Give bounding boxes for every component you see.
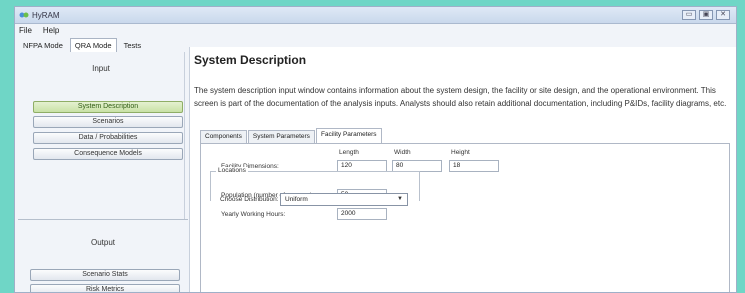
window-title: HyRAM (32, 11, 60, 20)
distribution-select[interactable]: Uniform ▼ (280, 193, 408, 206)
tab-system-parameters[interactable]: System Parameters (247, 130, 315, 143)
working-hours-label: Yearly Working Hours: (221, 211, 286, 218)
consequence-models-button[interactable]: Consequence Models (33, 148, 183, 160)
page-title: System Description (194, 53, 307, 67)
distribution-value: Uniform (285, 196, 308, 203)
menu-bar: File Help (19, 26, 59, 35)
tab-tests[interactable]: Tests (119, 38, 147, 52)
working-hours-field[interactable]: 2000 (337, 208, 387, 220)
menu-file[interactable]: File (19, 26, 32, 35)
output-section-label: Output (90, 238, 115, 247)
main-content: System Description The system descriptio… (189, 47, 736, 292)
risk-metrics-button[interactable]: Risk Metrics (30, 284, 180, 292)
page-description: The system description input window cont… (194, 86, 727, 108)
title-bar: HyRAM ▭ ▣ ✕ (15, 7, 736, 24)
mode-tabs: NFPA Mode QRA Mode Tests (18, 38, 148, 52)
menu-help[interactable]: Help (43, 26, 59, 35)
height-field[interactable]: 18 (449, 160, 499, 172)
length-label: Length (339, 149, 359, 156)
locations-label: Locations (216, 167, 248, 174)
system-description-button[interactable]: System Description (33, 101, 183, 113)
scenarios-button[interactable]: Scenarios (33, 116, 183, 128)
data-probabilities-button[interactable]: Data / Probabilities (33, 132, 183, 144)
output-section: Output Scenario Stats Risk Metrics (18, 219, 188, 292)
facility-parameters-panel: Length Width Height Facility Dimensions:… (200, 143, 730, 292)
scenario-stats-button[interactable]: Scenario Stats (30, 269, 180, 281)
input-section-label: Input (92, 64, 110, 73)
hyram-logo-icon (19, 12, 29, 18)
chevron-down-icon: ▼ (397, 196, 403, 202)
parameter-tabs: Components System Parameters Facility Pa… (200, 128, 383, 143)
tab-nfpa-mode[interactable]: NFPA Mode (18, 38, 68, 52)
distribution-label: Choose Distribution: (220, 196, 279, 203)
app-window: HyRAM ▭ ▣ ✕ File Help NFPA Mode QRA Mode… (14, 6, 737, 293)
tab-qra-mode[interactable]: QRA Mode (69, 38, 117, 52)
tab-facility-parameters[interactable]: Facility Parameters (315, 128, 382, 143)
width-label: Width (394, 149, 411, 156)
maximize-button[interactable]: ▣ (699, 10, 713, 20)
minimize-button[interactable]: ▭ (682, 10, 696, 20)
tab-components[interactable]: Components (200, 130, 247, 143)
height-label: Height (451, 149, 470, 156)
close-button[interactable]: ✕ (716, 10, 730, 20)
